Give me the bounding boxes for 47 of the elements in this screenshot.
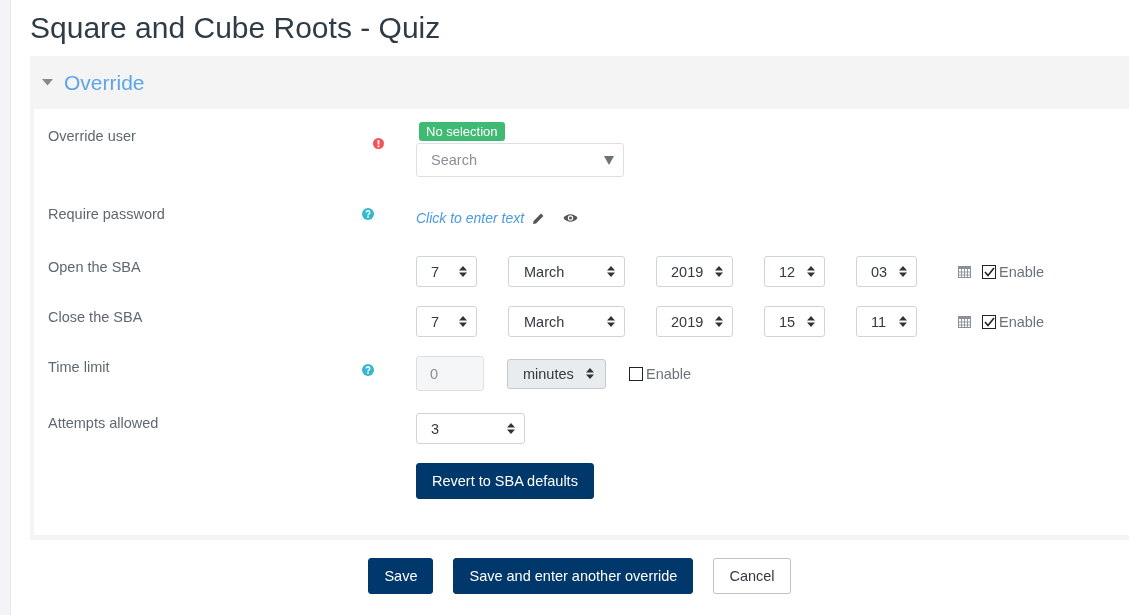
select-field[interactable]: 12: [764, 256, 825, 287]
check-icon: [983, 266, 995, 277]
up-down-caret-icon: [507, 423, 515, 434]
calendar-icon: [958, 265, 971, 278]
pencil-icon: [532, 211, 546, 225]
eye-icon: [563, 213, 579, 223]
up-down-caret-icon: [459, 266, 467, 277]
select-field[interactable]: 7: [416, 256, 477, 287]
select-field[interactable]: 2019: [656, 256, 733, 287]
save-button[interactable]: Save and enter another override: [453, 558, 694, 594]
select-field[interactable]: 7: [416, 306, 477, 337]
calendar-icon: [958, 315, 971, 328]
select-field[interactable]: March: [508, 306, 625, 337]
cancel-button[interactable]: Cancel: [713, 558, 791, 594]
field-label: Override user: [48, 128, 136, 144]
field-label: Open the SBA: [48, 259, 141, 275]
save-button[interactable]: Save: [368, 558, 434, 594]
up-down-caret-icon: [607, 316, 615, 327]
up-down-caret-icon: [715, 316, 723, 327]
up-down-caret-icon: [807, 316, 815, 327]
up-down-caret-icon: [715, 266, 723, 277]
checkbox-label: Enable: [646, 365, 692, 382]
field-label: Require password: [48, 206, 165, 222]
up-down-caret-icon: [807, 266, 815, 277]
check-icon: [983, 316, 995, 327]
select-field[interactable]: 3: [416, 413, 525, 444]
field-label: Attempts allowed: [48, 415, 159, 431]
select-field[interactable]: March: [508, 256, 625, 287]
select-field[interactable]: 2019: [656, 306, 733, 337]
dropdown-arrow-icon: [604, 155, 614, 165]
selection-badge: No selection: [419, 122, 505, 141]
up-down-caret-icon: [899, 316, 907, 327]
checkbox-label: Enable: [999, 313, 1045, 330]
select-field[interactable]: 11: [856, 306, 917, 337]
checkbox-label: Enable: [999, 263, 1045, 280]
up-down-caret-icon: [899, 266, 907, 277]
up-down-caret-icon: [586, 368, 594, 379]
page-title: Square and Cube Roots - Quiz: [30, 10, 442, 46]
up-down-caret-icon: [607, 266, 615, 277]
checkbox[interactable]: [982, 264, 996, 279]
select-field[interactable]: 15: [764, 306, 825, 337]
revert-button[interactable]: Revert to SBA defaults: [416, 463, 594, 499]
up-down-caret-icon: [459, 316, 467, 327]
field-label: Time limit: [48, 359, 110, 375]
select-field[interactable]: 03: [856, 256, 917, 287]
checkbox[interactable]: [982, 314, 996, 329]
field-label: Close the SBA: [48, 309, 143, 325]
